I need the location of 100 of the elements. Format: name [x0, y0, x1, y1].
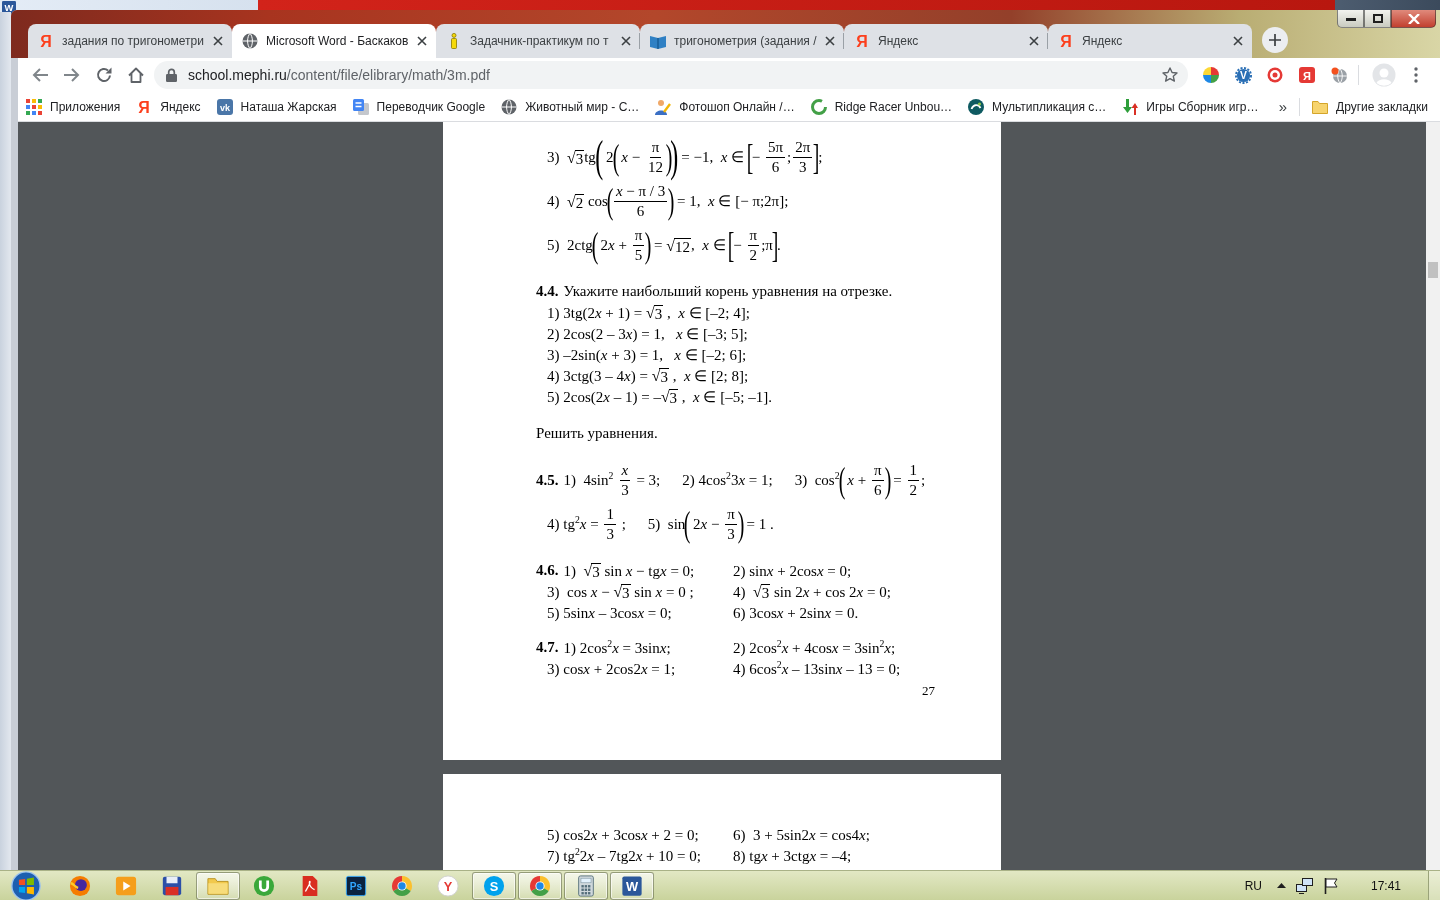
- app-tile-icon: Ps: [345, 874, 367, 897]
- home-icon: [128, 67, 144, 83]
- star-icon[interactable]: [1162, 67, 1178, 83]
- flag-icon[interactable]: [1323, 877, 1338, 894]
- globe-icon[interactable]: [1331, 67, 1347, 83]
- disc-icon: [968, 98, 985, 115]
- browser-icon: [391, 874, 413, 897]
- math-equation: 2) 4cos$^{2}$3x = 1;: [682, 470, 773, 490]
- browser-tab[interactable]: тригонометрия (задания /: [640, 24, 844, 58]
- browser-tab[interactable]: Я задания по тригонометри: [28, 24, 232, 58]
- network-icon[interactable]: [1295, 877, 1314, 894]
- taskbar-button[interactable]: Y: [426, 871, 470, 900]
- math-equation: 5) cos2x + 3cosx + 2 = 0;: [547, 825, 699, 845]
- apps-grid-icon: [26, 98, 42, 115]
- math-equation: 5) 2cos(2x – 1) = –√3 , x ∈ [–5; –1].: [547, 387, 772, 407]
- book-icon: [650, 33, 666, 49]
- instruction-text: Решить уравнения.: [536, 424, 658, 443]
- letter-icon: Я: [854, 33, 870, 49]
- menu-icon[interactable]: [1414, 67, 1418, 83]
- math-equation: 2) 2cos(2 – 3x) = 1, x ∈ [–3; 5];: [547, 324, 748, 344]
- problem-number: 4.6.: [536, 562, 559, 579]
- math-equation: 6) 3cosx + 2sinx = 0.: [733, 603, 859, 623]
- browser-tab[interactable]: Microsoft Word - Баскаков: [232, 24, 436, 58]
- globe-icon: [501, 98, 518, 115]
- math-equation: 2) sinx + 2cosx = 0;: [733, 561, 852, 581]
- language-indicator[interactable]: RU: [1244, 878, 1262, 893]
- globe-icon: [242, 33, 258, 49]
- problem-number: 4.7.: [536, 639, 559, 656]
- bookmark-item[interactable]: Игры Сборник игр…: [1114, 93, 1267, 120]
- bookmark-item[interactable]: Приложения: [18, 93, 129, 120]
- letter-icon: Я: [1058, 33, 1074, 49]
- clock[interactable]: 17:41: [1370, 878, 1401, 893]
- plus-icon: [1269, 34, 1281, 46]
- minimize-icon: [1345, 16, 1356, 21]
- ring-icon: [810, 98, 827, 115]
- bookmark-item[interactable]: Ridge Racer Unbou…: [802, 93, 961, 120]
- new-tab-button[interactable]: [1262, 27, 1288, 53]
- close-icon: [1407, 13, 1420, 24]
- address-bar[interactable]: school.mephi.ru/content/file/elibrary/math/3m.pdf: [154, 61, 1188, 89]
- maximize-icon: [1372, 14, 1383, 23]
- bookmark-item[interactable]: Фотошоп Онлайн /…: [647, 93, 803, 120]
- maximize-button[interactable]: [1364, 10, 1391, 28]
- letter-disc-icon: S: [483, 874, 505, 897]
- browser-icon: [529, 874, 551, 897]
- taskbar-button[interactable]: Ps: [334, 871, 378, 900]
- bookmark-item[interactable]: Я Яндекс: [128, 93, 209, 120]
- browser-tab[interactable]: Я Яндекс: [844, 24, 1048, 58]
- math-equation: 7) tg$^{2}$2x – 7tg2x + 10 = 0;: [547, 845, 701, 866]
- letter-tile-icon: vk: [216, 98, 233, 115]
- calculator-icon: [575, 874, 597, 897]
- back-icon: [32, 67, 48, 83]
- math-equation: 4) 6cos$^{2}$x – 13sinx – 13 = 0;: [733, 658, 901, 679]
- browser-tab[interactable]: Я Яндекс: [1048, 24, 1252, 58]
- bookmark-item[interactable]: Мультипликация с…: [960, 93, 1115, 120]
- problem-text: Укажите наибольший корень уравнения на отрезке.: [563, 283, 893, 300]
- math-equation: 1) 2cos$^{2}$x = 3sinx;: [563, 637, 671, 658]
- more-bookmarks-button[interactable]: »: [1272, 93, 1294, 120]
- taskbar-button[interactable]: [564, 871, 608, 900]
- gear-icon[interactable]: V: [1234, 66, 1252, 84]
- letter-icon: Я: [38, 33, 54, 49]
- documents-icon: [352, 98, 369, 115]
- painter-icon: [655, 98, 672, 115]
- math-equation: 3) –2sin(x + 3) = 1, x ∈ [–2; 6];: [547, 345, 747, 365]
- lock-icon[interactable]: [166, 68, 177, 82]
- bookmark-item[interactable]: vk Наташа Жарская: [208, 93, 345, 120]
- taskbar-button[interactable]: W: [610, 871, 654, 900]
- bookmark-item[interactable]: Животный мир - С…: [493, 93, 648, 120]
- forward-icon: [64, 67, 80, 83]
- math-equation: 2) 2cos$^{2}$x + 4cosx = 3sin$^{2}$x;: [733, 637, 896, 658]
- math-equation: 5) 5sinx – 3cosx = 0;: [547, 603, 672, 623]
- math-equation: 4) √3 sin 2x + cos 2x = 0;: [733, 582, 891, 602]
- minimize-button[interactable]: [1337, 10, 1364, 28]
- close-button[interactable]: [1391, 10, 1436, 28]
- math-equation: 3) cos x − √3 sin x = 0 ;: [547, 582, 694, 602]
- math-equation: 1) 3tg(2x + 1) = √3 , x ∈ [–2; 4];: [547, 303, 750, 323]
- caret-icon[interactable]: [1276, 883, 1286, 888]
- bookmark-folder[interactable]: Другие закладки: [1304, 93, 1436, 120]
- math-equation: 4) 3ctg(3 – 4x) = √3 , x ∈ [2; 8];: [547, 366, 749, 386]
- math-equation: 6) 3 + 5sin2x = cos4x;: [733, 825, 870, 845]
- problem-number: 4.4.: [536, 283, 559, 300]
- math-equation: 3) cosx + 2cos2x = 1;: [547, 659, 676, 679]
- math-equation: 8) tgx + 3ctgx = –4;: [733, 846, 852, 866]
- circle-logo-icon: [69, 874, 91, 897]
- target-icon[interactable]: [1267, 67, 1283, 83]
- browser-tab[interactable]: Задачник-практикум по т: [436, 24, 640, 58]
- letter-icon: Я: [136, 98, 153, 115]
- problem-number: 4.5.: [536, 471, 559, 489]
- arrows-icon: [1122, 98, 1139, 115]
- reload-icon: [96, 67, 112, 83]
- bookmark-item[interactable]: Переводчик Google: [344, 93, 494, 120]
- start-orb-icon: [11, 870, 41, 900]
- math-equation: 1) √3 sin x − tgx = 0;: [563, 561, 695, 581]
- taskbar-button[interactable]: [518, 871, 562, 900]
- color-wheel-icon[interactable]: [1203, 67, 1219, 83]
- play-icon: [115, 874, 137, 897]
- scrollbar-thumb[interactable]: [1428, 262, 1438, 278]
- letter-tile-icon[interactable]: Я: [1299, 67, 1315, 83]
- document-tile-icon: W: [621, 874, 643, 897]
- letter-disc-icon: Y: [437, 874, 459, 897]
- folder-icon: [1312, 98, 1329, 115]
